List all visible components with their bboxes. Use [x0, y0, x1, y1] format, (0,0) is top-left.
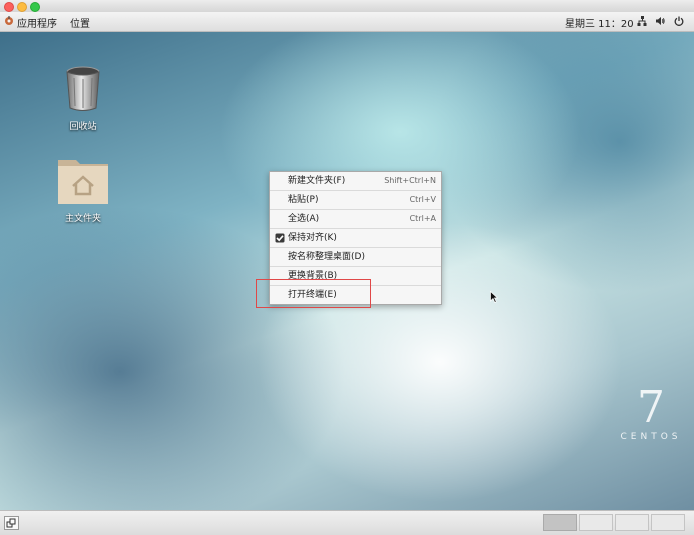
- menu-item-label: 粘贴(P): [288, 195, 319, 205]
- desktop-icon-home[interactable]: 主文件夹: [43, 154, 123, 224]
- clock[interactable]: 星期三 11：20: [565, 15, 634, 30]
- menu-item-paste[interactable]: 粘贴(P) Ctrl+V: [270, 190, 441, 209]
- centos-version-number: 7: [637, 382, 665, 433]
- top-panel: 应用程序 位置 星期三 11：20: [0, 12, 694, 32]
- workspace-4[interactable]: [651, 514, 685, 531]
- menu-item-label: 保持对齐(K): [288, 233, 337, 243]
- applications-menu[interactable]: 应用程序: [17, 15, 57, 30]
- menu-item-new-folder[interactable]: 新建文件夹(F) Shift+Ctrl+N: [270, 172, 441, 190]
- places-menu[interactable]: 位置: [70, 15, 90, 30]
- mouse-cursor-icon: [490, 291, 498, 303]
- menu-item-organize-by-name[interactable]: 按名称整理桌面(D): [270, 247, 441, 266]
- volume-icon[interactable]: [655, 16, 665, 26]
- menu-item-label: 全选(A): [288, 214, 320, 224]
- applications-icon: [5, 16, 13, 25]
- home-folder-icon: [58, 160, 108, 204]
- menu-item-shortcut: Ctrl+V: [409, 195, 436, 204]
- network-icon[interactable]: [637, 16, 647, 26]
- trash-icon: [66, 66, 100, 111]
- power-icon[interactable]: [674, 16, 684, 26]
- workspace-1[interactable]: [543, 514, 577, 531]
- home-folder-label: 主文件夹: [64, 214, 101, 224]
- menu-item-label: 新建文件夹(F): [288, 176, 346, 186]
- bottom-panel: [0, 510, 694, 535]
- annotation-highlight-box: [256, 279, 371, 308]
- workspace-2[interactable]: [579, 514, 613, 531]
- zoom-window-button[interactable]: [30, 2, 40, 12]
- close-window-button[interactable]: [4, 2, 14, 12]
- menu-item-shortcut: Ctrl+A: [409, 214, 436, 223]
- menu-item-select-all[interactable]: 全选(A) Ctrl+A: [270, 209, 441, 228]
- menu-item-label: 按名称整理桌面(D): [288, 252, 365, 262]
- centos-branding: 7 CENTOS: [616, 382, 686, 443]
- centos-wordmark: CENTOS: [620, 432, 682, 442]
- checkmark-icon: [275, 233, 285, 243]
- menu-item-shortcut: Shift+Ctrl+N: [384, 176, 436, 185]
- minimize-window-button[interactable]: [17, 2, 27, 12]
- show-desktop-icon: [6, 518, 16, 528]
- show-desktop-button[interactable]: [4, 516, 19, 530]
- menu-item-keep-aligned[interactable]: 保持对齐(K): [270, 228, 441, 247]
- trash-label: 回收站: [69, 122, 97, 132]
- workspace-3[interactable]: [615, 514, 649, 531]
- desktop-icon-trash[interactable]: 回收站: [43, 64, 123, 132]
